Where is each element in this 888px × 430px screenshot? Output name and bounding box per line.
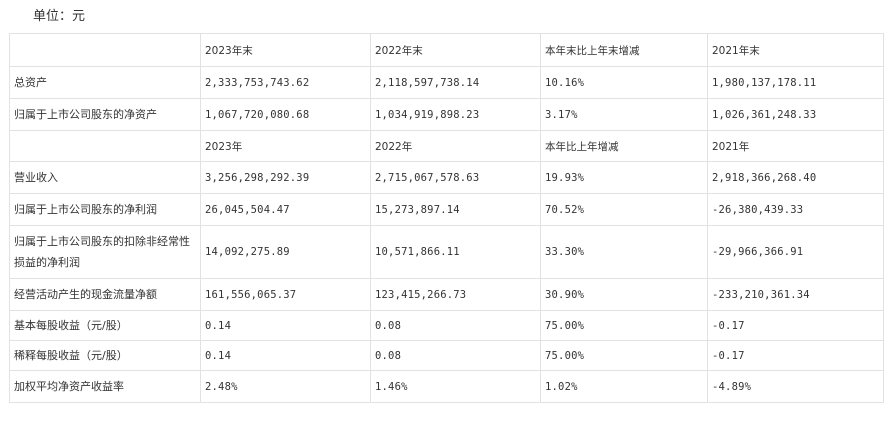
value-cell: 2,333,753,743.62 bbox=[200, 66, 371, 99]
value-cell: 1.02% bbox=[540, 370, 708, 403]
value-cell: 1,034,919,898.23 bbox=[370, 98, 541, 131]
unit-label: 单位：元 bbox=[33, 9, 86, 24]
value-cell: 1,067,720,080.68 bbox=[200, 98, 371, 131]
row-label: 营业收入 bbox=[9, 161, 201, 194]
table-row: 总资产 2,333,753,743.62 2,118,597,738.14 10… bbox=[9, 66, 884, 99]
header-cell: 2021年 bbox=[707, 130, 884, 162]
value-cell: 30.90% bbox=[540, 278, 708, 311]
value-cell: 3,256,298,292.39 bbox=[200, 161, 371, 194]
table-row: 加权平均净资产收益率 2.48% 1.46% 1.02% -4.89% bbox=[9, 370, 884, 403]
row-label: 归属于上市公司股东的扣除非经常性损益的净利润 bbox=[9, 225, 201, 279]
table-row: 经营活动产生的现金流量净额 161,556,065.37 123,415,266… bbox=[9, 278, 884, 311]
financial-table: 2023年末 2022年末 本年末比上年末增减 2021年末 总资产 2,333… bbox=[9, 33, 884, 403]
value-cell: 75.00% bbox=[540, 310, 708, 341]
header-cell: 2022年末 bbox=[370, 33, 541, 67]
value-cell: 0.14 bbox=[200, 310, 371, 341]
value-cell: 70.52% bbox=[540, 193, 708, 226]
value-cell: 19.93% bbox=[540, 161, 708, 194]
value-cell: 3.17% bbox=[540, 98, 708, 131]
header-row-year-end: 2023年末 2022年末 本年末比上年末增减 2021年末 bbox=[9, 33, 884, 67]
value-cell: -29,966,366.91 bbox=[707, 225, 884, 279]
row-label: 经营活动产生的现金流量净额 bbox=[9, 278, 201, 311]
row-label: 总资产 bbox=[9, 66, 201, 99]
table-row: 稀释每股收益（元/股） 0.14 0.08 75.00% -0.17 bbox=[9, 340, 884, 371]
value-cell: -0.17 bbox=[707, 340, 884, 371]
value-cell: 2.48% bbox=[200, 370, 371, 403]
value-cell: 2,918,366,268.40 bbox=[707, 161, 884, 194]
value-cell: 1,980,137,178.11 bbox=[707, 66, 884, 99]
header-cell: 2023年末 bbox=[200, 33, 371, 67]
table-row: 归属于上市公司股东的扣除非经常性损益的净利润 14,092,275.89 10,… bbox=[9, 225, 884, 279]
value-cell: -4.89% bbox=[707, 370, 884, 403]
value-cell: -0.17 bbox=[707, 310, 884, 341]
value-cell: 15,273,897.14 bbox=[370, 193, 541, 226]
header-cell: 2022年 bbox=[370, 130, 541, 162]
value-cell: 161,556,065.37 bbox=[200, 278, 371, 311]
value-cell: -26,380,439.33 bbox=[707, 193, 884, 226]
value-cell: 123,415,266.73 bbox=[370, 278, 541, 311]
header-cell: 本年比上年增减 bbox=[540, 130, 708, 162]
table-row: 基本每股收益（元/股） 0.14 0.08 75.00% -0.17 bbox=[9, 310, 884, 341]
value-cell: 33.30% bbox=[540, 225, 708, 279]
value-cell: 0.14 bbox=[200, 340, 371, 371]
header-cell bbox=[9, 130, 201, 162]
value-cell: 2,715,067,578.63 bbox=[370, 161, 541, 194]
value-cell: 10.16% bbox=[540, 66, 708, 99]
header-cell bbox=[9, 33, 201, 67]
header-row-year: 2023年 2022年 本年比上年增减 2021年 bbox=[9, 130, 884, 162]
value-cell: 10,571,866.11 bbox=[370, 225, 541, 279]
value-cell: 1.46% bbox=[370, 370, 541, 403]
row-label: 稀释每股收益（元/股） bbox=[9, 340, 201, 371]
row-label: 基本每股收益（元/股） bbox=[9, 310, 201, 341]
table-row: 归属于上市公司股东的净利润 26,045,504.47 15,273,897.1… bbox=[9, 193, 884, 226]
row-label: 加权平均净资产收益率 bbox=[9, 370, 201, 403]
value-cell: 26,045,504.47 bbox=[200, 193, 371, 226]
value-cell: 0.08 bbox=[370, 310, 541, 341]
value-cell: 1,026,361,248.33 bbox=[707, 98, 884, 131]
table-row: 营业收入 3,256,298,292.39 2,715,067,578.63 1… bbox=[9, 161, 884, 194]
header-cell: 2021年末 bbox=[707, 33, 884, 67]
row-label: 归属于上市公司股东的净利润 bbox=[9, 193, 201, 226]
header-cell: 2023年 bbox=[200, 130, 371, 162]
value-cell: 0.08 bbox=[370, 340, 541, 371]
value-cell: 2,118,597,738.14 bbox=[370, 66, 541, 99]
row-label: 归属于上市公司股东的净资产 bbox=[9, 98, 201, 131]
header-cell: 本年末比上年末增减 bbox=[540, 33, 708, 67]
value-cell: 75.00% bbox=[540, 340, 708, 371]
table-row: 归属于上市公司股东的净资产 1,067,720,080.68 1,034,919… bbox=[9, 98, 884, 131]
value-cell: 14,092,275.89 bbox=[200, 225, 371, 279]
value-cell: -233,210,361.34 bbox=[707, 278, 884, 311]
